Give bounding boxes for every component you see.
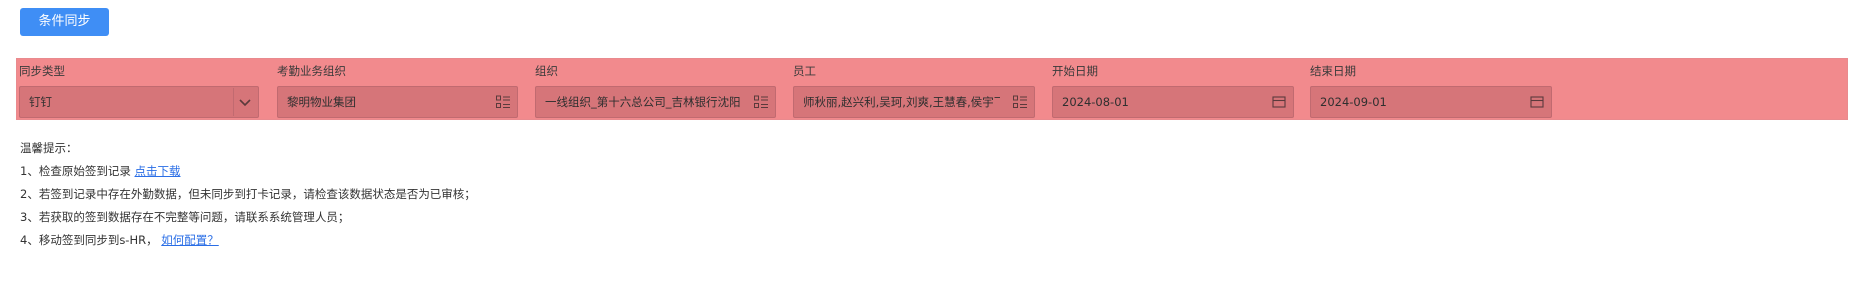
organization-value: 一线组织_第十六总公司_吉林银行沈阳分行 <box>545 95 741 109</box>
start-date-input[interactable]: 2024-08-01 <box>1052 86 1294 118</box>
tips-title: 温馨提示： <box>20 141 78 155</box>
organization-input[interactable]: 一线组织_第十六总公司_吉林银行沈阳分行 <box>535 86 776 118</box>
end-date-value: 2024-09-01 <box>1320 95 1387 109</box>
calendar-icon[interactable] <box>1529 94 1545 110</box>
download-link[interactable]: 点击下载 <box>134 164 180 178</box>
end-date-input[interactable]: 2024-09-01 <box>1310 86 1552 118</box>
sync-type-value: 钉钉 <box>29 95 52 109</box>
organization-label: 组织 <box>535 64 558 78</box>
tip-item: 2、若签到记录中存在外勤数据，但未同步到打卡记录，请检查该数据状态是否为已审核； <box>20 187 476 201</box>
tip-item: 3、若获取的签到数据存在不完整等问题，请联系系统管理人员； <box>20 210 350 224</box>
tip-item: 1、检查原始签到记录 点击下载 <box>20 163 180 179</box>
end-date-label: 结束日期 <box>1310 64 1356 78</box>
attendance-org-value: 黎明物业集团 <box>287 95 356 109</box>
start-date-label: 开始日期 <box>1052 64 1098 78</box>
attendance-org-input[interactable]: 黎明物业集团 <box>277 86 518 118</box>
list-picker-icon[interactable] <box>495 94 511 110</box>
tip-text: 1、检查原始签到记录 <box>20 164 135 178</box>
tip-text: 4、移动签到同步到s-HR， <box>20 233 162 247</box>
start-date-value: 2024-08-01 <box>1062 95 1129 109</box>
how-to-configure-link[interactable]: 如何配置？ <box>161 233 219 247</box>
calendar-icon[interactable] <box>1271 94 1287 110</box>
sync-type-label: 同步类型 <box>19 64 65 78</box>
tip-item: 4、移动签到同步到s-HR， 如何配置？ <box>20 232 219 248</box>
condition-sync-button[interactable]: 条件同步 <box>20 8 109 36</box>
employees-value: 师秋丽,赵兴利,吴珂,刘爽,王慧春,侯宇飞,黄杰,孪 <box>803 95 1000 109</box>
chevron-down-icon[interactable] <box>237 94 253 110</box>
list-picker-icon[interactable] <box>753 94 769 110</box>
list-picker-icon[interactable] <box>1012 94 1028 110</box>
select-divider <box>233 88 234 116</box>
sync-type-select[interactable]: 钉钉 <box>19 86 259 118</box>
employees-label: 员工 <box>793 64 816 78</box>
filter-panel: 同步类型 钉钉 考勤业务组织 黎明物业集团 组织 一线组织_第十六总公司_吉林银… <box>16 58 1848 120</box>
attendance-org-label: 考勤业务组织 <box>277 64 346 78</box>
employees-input[interactable]: 师秋丽,赵兴利,吴珂,刘爽,王慧春,侯宇飞,黄杰,孪 <box>793 86 1035 118</box>
